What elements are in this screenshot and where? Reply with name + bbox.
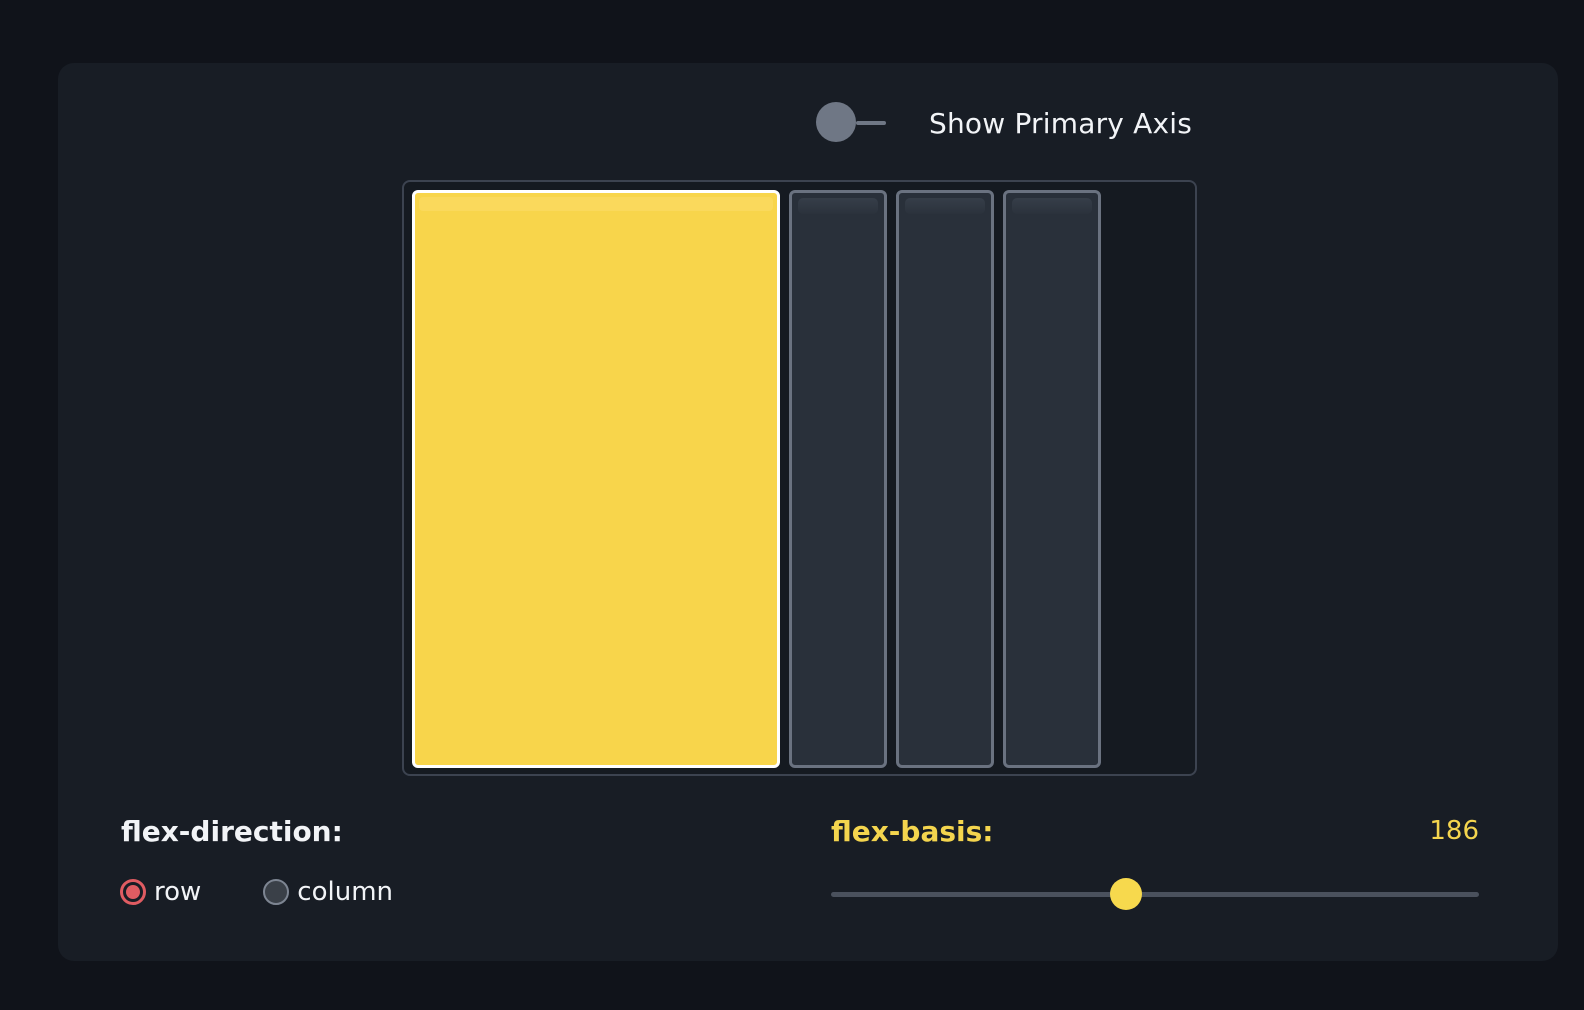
- flex-item-primary[interactable]: [412, 190, 780, 768]
- flex-basis-label: flex-basis:: [831, 815, 994, 848]
- radio-option-row[interactable]: row: [120, 877, 201, 907]
- primary-axis-toggle[interactable]: [816, 101, 892, 145]
- radio-option-column[interactable]: column: [263, 877, 393, 907]
- flex-item-sheen: [798, 198, 878, 214]
- slider-track[interactable]: [831, 892, 1479, 897]
- flex-item[interactable]: [789, 190, 887, 768]
- flex-item-sheen: [419, 197, 773, 211]
- flex-item[interactable]: [1003, 190, 1101, 768]
- flex-basis-value: 186: [1429, 816, 1479, 846]
- radio-label-row: row: [154, 877, 202, 907]
- radio-label-column: column: [297, 877, 394, 907]
- toggle-label: Show Primary Axis: [929, 106, 1193, 140]
- flex-basis-slider[interactable]: [831, 877, 1479, 911]
- flex-item[interactable]: [896, 190, 994, 768]
- toggle-track: [856, 121, 886, 125]
- flex-item-sheen: [1012, 198, 1092, 214]
- toggle-knob: [816, 102, 856, 142]
- primary-axis-toggle-row: Show Primary Axis: [816, 101, 1192, 145]
- radio-button-row[interactable]: [120, 879, 146, 905]
- flex-direction-radio-group: row column: [120, 877, 455, 907]
- demo-card: Show Primary Axis flex-direction: row co…: [58, 63, 1558, 961]
- flex-item-sheen: [905, 198, 985, 214]
- flex-container-preview: [402, 180, 1197, 776]
- flex-direction-label: flex-direction:: [121, 815, 343, 848]
- radio-button-column[interactable]: [263, 879, 290, 905]
- slider-thumb[interactable]: [1109, 878, 1142, 910]
